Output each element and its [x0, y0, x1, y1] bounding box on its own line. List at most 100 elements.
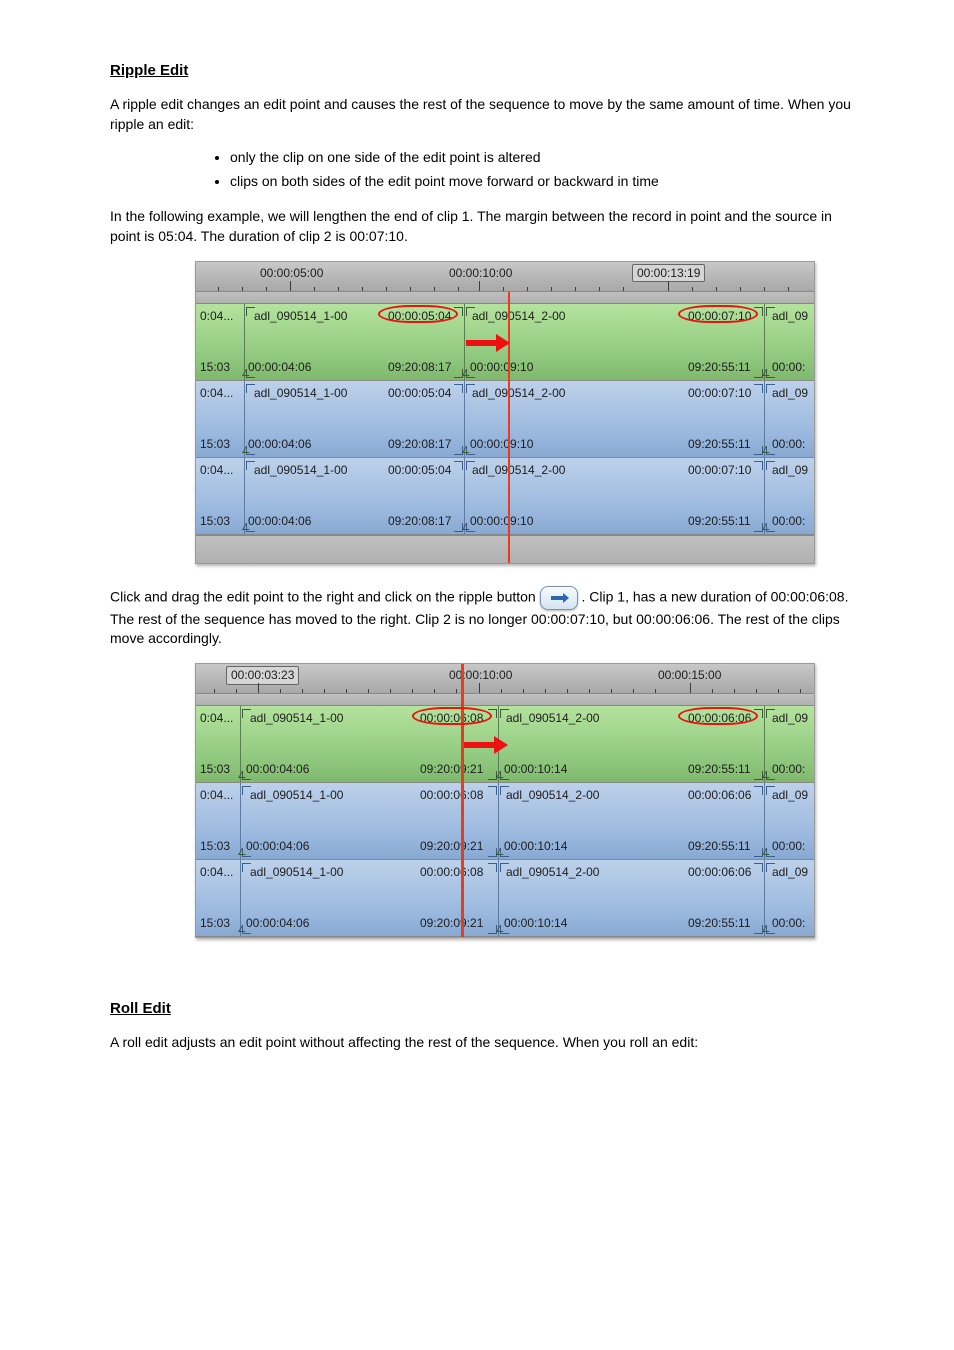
clip-tc: 00:00:: [772, 915, 805, 932]
clip-name: adl_090514_1-00: [254, 308, 347, 325]
clip-tc: 09:20:09:21: [420, 915, 483, 932]
ruler-ticks: [196, 279, 814, 291]
clip-tc: 00:00:04:06: [248, 359, 311, 376]
clip-tc: 00:00:04:06: [246, 838, 309, 855]
clip-tc: 0:04...: [200, 385, 233, 402]
clip-duration: 00:00:06:08: [420, 787, 483, 804]
annotation-circle: [412, 707, 492, 725]
clip-tc: 09:20:09:21: [420, 761, 483, 778]
annotation-arrow-icon: [464, 736, 512, 754]
clip-tc: 0:04...: [200, 462, 233, 479]
clip-name: adl_090514_2-00: [472, 308, 565, 325]
clip-tc: 00:00:04:06: [248, 513, 311, 530]
clip-tc: 15:03: [200, 761, 230, 778]
clip-tc: 09:20:55:11: [688, 513, 751, 530]
clip-tc: 00:00:09:10: [470, 359, 533, 376]
clip-name: adl_090514_1-00: [250, 710, 343, 727]
clip-tc: 00:00:: [772, 838, 805, 855]
clip-tc: 09:20:09:21: [420, 838, 483, 855]
clip-tc: 0:04...: [200, 864, 233, 881]
annotation-circle: [378, 305, 458, 323]
list-item: only the clip on one side of the edit po…: [230, 148, 864, 168]
paragraph-ripple-1: A ripple edit changes an edit point and …: [110, 95, 864, 134]
clip-tc: 15:03: [200, 915, 230, 932]
clip-name: adl_09: [772, 710, 808, 727]
clip-tc: 09:20:55:11: [688, 359, 751, 376]
clip-name: adl_09: [772, 308, 808, 325]
clip-tc: 00:00:: [772, 436, 805, 453]
clip-name: adl_09: [772, 864, 808, 881]
clip-duration: 00:00:06:06: [688, 787, 751, 804]
paragraph-ripple-3: Click and drag the edit point to the rig…: [110, 586, 864, 649]
clip-name: adl_090514_1-00: [254, 462, 347, 479]
clip-name: adl_09: [772, 787, 808, 804]
heading-ripple-edit: Ripple Edit: [110, 60, 864, 81]
clip-tc: 0:04...: [200, 787, 233, 804]
clip-tc: 00:00:: [772, 513, 805, 530]
clip-duration: 00:00:06:08: [420, 864, 483, 881]
clip-name: adl_090514_2-00: [472, 385, 565, 402]
timeline-tail: [196, 535, 814, 563]
clip-tc: 00:00:09:10: [470, 513, 533, 530]
clip-tc: 00:00:04:06: [248, 436, 311, 453]
clip-name: adl_09: [772, 462, 808, 479]
annotation-arrow-icon: [466, 334, 514, 352]
clip-tc: 15:03: [200, 838, 230, 855]
clip-duration: 00:00:05:04: [388, 462, 451, 479]
clip-tc: 09:20:08:17: [388, 436, 451, 453]
clip-tc: 00:00:: [772, 761, 805, 778]
clip-name: adl_090514_1-00: [250, 864, 343, 881]
clip-duration: 00:00:07:10: [688, 385, 751, 402]
clip-name: adl_090514_2-00: [506, 710, 599, 727]
timeline-ruler[interactable]: 00:00:05:00 00:00:10:00 00:00:13:19: [196, 262, 814, 292]
clip-tc: 0:04...: [200, 710, 233, 727]
clip-duration: 00:00:05:04: [388, 385, 451, 402]
annotation-circle: [678, 305, 758, 323]
clip-tc: 0:04...: [200, 308, 233, 325]
clip-tc: 09:20:55:11: [688, 761, 751, 778]
clip-name: adl_090514_1-00: [254, 385, 347, 402]
playhead[interactable]: [461, 664, 464, 937]
annotation-circle: [678, 707, 758, 725]
clip-tc: 00:00:04:06: [246, 761, 309, 778]
clip-tc: 09:20:55:11: [688, 436, 751, 453]
clip-duration: 00:00:07:10: [688, 462, 751, 479]
audio-track[interactable]: 0:04... adl_090514_1-00 00:00:06:08 adl_…: [196, 783, 814, 860]
clip-name: adl_09: [772, 385, 808, 402]
clip-tc: 15:03: [200, 359, 230, 376]
ripple-button-icon[interactable]: [540, 586, 578, 610]
ruler-spacer: [196, 292, 814, 304]
clip-name: adl_090514_2-00: [472, 462, 565, 479]
clip-tc: 00:00:10:14: [504, 761, 567, 778]
clip-name: adl_090514_1-00: [250, 787, 343, 804]
audio-track[interactable]: 0:04... adl_090514_1-00 00:00:06:08 adl_…: [196, 860, 814, 937]
ruler-spacer: [196, 694, 814, 706]
clip-tc: 15:03: [200, 436, 230, 453]
clip-tc: 00:00:10:14: [504, 838, 567, 855]
paragraph-roll-1: A roll edit adjusts an edit point withou…: [110, 1033, 864, 1053]
list-item: clips on both sides of the edit point mo…: [230, 172, 864, 192]
video-track[interactable]: 0:04... adl_090514_1-00 00:00:06:08 adl_…: [196, 706, 814, 783]
clip-tc: 00:00:: [772, 359, 805, 376]
timeline-before: 00:00:05:00 00:00:10:00 00:00:13:19 0:04…: [195, 261, 815, 564]
timeline-ruler[interactable]: 00:00:03:23 00:00:10:00 00:00:15:00: [196, 664, 814, 694]
clip-duration: 00:00:06:06: [688, 864, 751, 881]
playhead[interactable]: [508, 292, 510, 563]
clip-tc: 15:03: [200, 513, 230, 530]
clip-tc: 09:20:08:17: [388, 513, 451, 530]
ripple-bullet-list: only the clip on one side of the edit po…: [110, 148, 864, 191]
ruler-ticks: [196, 681, 814, 693]
clip-tc: 00:00:09:10: [470, 436, 533, 453]
audio-track[interactable]: 0:04... adl_090514_1-00 00:00:05:04 adl_…: [196, 381, 814, 458]
clip-name: adl_090514_2-00: [506, 864, 599, 881]
audio-track[interactable]: 0:04... adl_090514_1-00 00:00:05:04 adl_…: [196, 458, 814, 535]
clip-tc: 00:00:10:14: [504, 915, 567, 932]
clip-tc: 09:20:55:11: [688, 915, 751, 932]
clip-tc: 00:00:04:06: [246, 915, 309, 932]
clip-name: adl_090514_2-00: [506, 787, 599, 804]
video-track[interactable]: 0:04... adl_090514_1-00 00:00:05:04 adl_…: [196, 304, 814, 381]
clip-tc: 09:20:08:17: [388, 359, 451, 376]
clip-tc: 09:20:55:11: [688, 838, 751, 855]
heading-roll-edit: Roll Edit: [110, 998, 864, 1019]
paragraph-ripple-2: In the following example, we will length…: [110, 207, 864, 246]
